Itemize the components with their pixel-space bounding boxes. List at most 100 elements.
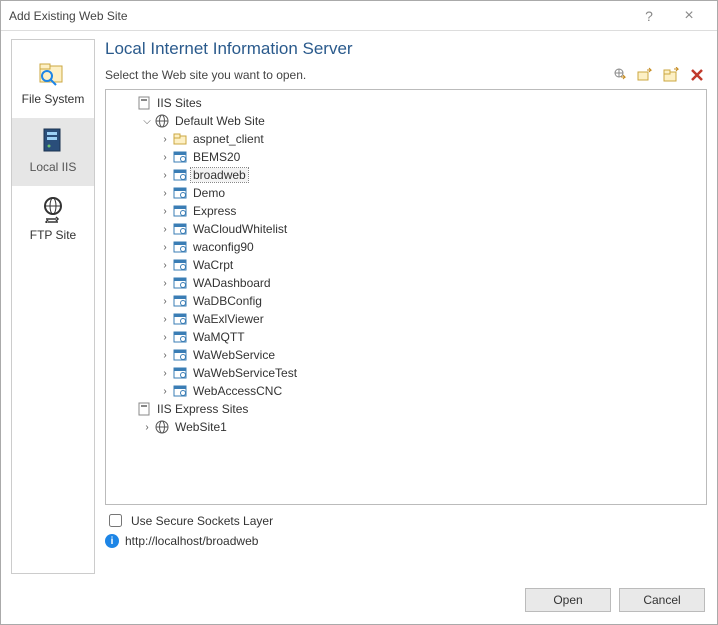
node-label: WebAccessCNC bbox=[191, 384, 284, 398]
tree-node-child[interactable]: › WaMQTT bbox=[112, 328, 700, 346]
new-virtual-dir-icon[interactable] bbox=[611, 67, 627, 83]
webapp-icon bbox=[172, 293, 188, 309]
tree-node-child[interactable]: › WaDBConfig bbox=[112, 292, 700, 310]
chevron-down-icon[interactable]: ⌵ bbox=[140, 116, 154, 127]
toolbar bbox=[611, 67, 705, 83]
tree-node-default-website[interactable]: ⌵ Default Web Site bbox=[112, 112, 700, 130]
tree-node-child[interactable]: › WaWebService bbox=[112, 346, 700, 364]
node-label: BEMS20 bbox=[191, 150, 242, 164]
webapp-icon bbox=[172, 239, 188, 255]
chevron-right-icon[interactable]: › bbox=[158, 278, 172, 289]
sidebar-item-label: FTP Site bbox=[30, 228, 76, 242]
dialog: Add Existing Web Site ? × File System Lo… bbox=[0, 0, 718, 625]
node-label: WebSite1 bbox=[173, 420, 229, 434]
open-folder-icon[interactable] bbox=[663, 67, 679, 83]
ftp-icon bbox=[37, 194, 69, 224]
tree-node-child[interactable]: › WaWebServiceTest bbox=[112, 364, 700, 382]
tree-node-child[interactable]: ›waconfig90 bbox=[112, 238, 700, 256]
node-label: WaExlViewer bbox=[191, 312, 266, 326]
chevron-right-icon[interactable]: › bbox=[158, 206, 172, 217]
open-button[interactable]: Open bbox=[525, 588, 611, 612]
url-row: i http://localhost/broadweb bbox=[105, 532, 707, 550]
node-label: Demo bbox=[191, 186, 227, 200]
folder-icon bbox=[172, 131, 188, 147]
webapp-icon bbox=[172, 185, 188, 201]
info-icon: i bbox=[105, 534, 119, 548]
chevron-right-icon[interactable]: › bbox=[158, 314, 172, 325]
tree-node-child[interactable]: › WADashboard bbox=[112, 274, 700, 292]
tree-node-child[interactable]: › aspnet_client bbox=[112, 130, 700, 148]
folder-search-icon bbox=[37, 58, 69, 88]
tree-node-child[interactable]: › Demo bbox=[112, 184, 700, 202]
webapp-icon bbox=[172, 311, 188, 327]
tree-node-child[interactable]: › broadweb bbox=[112, 166, 700, 184]
chevron-right-icon[interactable]: › bbox=[158, 350, 172, 361]
node-label: WaDBConfig bbox=[191, 294, 264, 308]
cancel-button[interactable]: Cancel bbox=[619, 588, 705, 612]
page-heading: Local Internet Information Server bbox=[105, 39, 707, 63]
chevron-right-icon[interactable]: › bbox=[158, 188, 172, 199]
tree-node-child[interactable]: › BEMS20 bbox=[112, 148, 700, 166]
url-text: http://localhost/broadweb bbox=[125, 534, 258, 548]
chevron-right-icon[interactable]: › bbox=[140, 422, 154, 433]
server-small-icon bbox=[136, 401, 152, 417]
tree-node-website1[interactable]: › WebSite1 bbox=[112, 418, 700, 436]
webapp-icon bbox=[172, 383, 188, 399]
chevron-right-icon[interactable]: › bbox=[158, 260, 172, 271]
chevron-right-icon[interactable]: › bbox=[158, 152, 172, 163]
node-label: WaWebServiceTest bbox=[191, 366, 299, 380]
sidebar-item-ftp[interactable]: FTP Site bbox=[12, 186, 94, 254]
node-label: Express bbox=[191, 204, 238, 218]
main-panel: Local Internet Information Server Select… bbox=[105, 39, 707, 574]
subline: Select the Web site you want to open. bbox=[105, 63, 707, 89]
body: File System Local IIS FTP Site Local Int… bbox=[1, 31, 717, 580]
webapp-icon bbox=[172, 257, 188, 273]
chevron-right-icon[interactable]: › bbox=[158, 332, 172, 343]
chevron-right-icon[interactable]: › bbox=[158, 242, 172, 253]
page-subtext: Select the Web site you want to open. bbox=[105, 68, 306, 82]
globe-icon bbox=[154, 113, 170, 129]
sidebar: File System Local IIS FTP Site bbox=[11, 39, 95, 574]
node-label: WaWebService bbox=[191, 348, 277, 362]
chevron-right-icon[interactable]: › bbox=[158, 134, 172, 145]
server-small-icon bbox=[136, 95, 152, 111]
chevron-right-icon[interactable]: › bbox=[158, 368, 172, 379]
sidebar-item-filesystem[interactable]: File System bbox=[12, 50, 94, 118]
close-button[interactable]: × bbox=[669, 7, 709, 25]
node-label: WaMQTT bbox=[191, 330, 247, 344]
node-label: WADashboard bbox=[191, 276, 273, 290]
webapp-icon bbox=[172, 221, 188, 237]
ssl-label: Use Secure Sockets Layer bbox=[131, 514, 273, 528]
help-button[interactable]: ? bbox=[629, 8, 669, 24]
tree-node-child[interactable]: ›WaCrpt bbox=[112, 256, 700, 274]
webapp-icon bbox=[172, 275, 188, 291]
webapp-icon bbox=[172, 365, 188, 381]
webapp-icon bbox=[172, 203, 188, 219]
delete-icon[interactable] bbox=[689, 67, 705, 83]
webapp-icon bbox=[172, 347, 188, 363]
chevron-right-icon[interactable]: › bbox=[158, 296, 172, 307]
window-title: Add Existing Web Site bbox=[9, 9, 629, 23]
webapp-icon bbox=[172, 149, 188, 165]
tree-node-iis-express-sites[interactable]: IIS Express Sites bbox=[112, 400, 700, 418]
footer: Open Cancel bbox=[1, 580, 717, 624]
tree-node-child[interactable]: › WaExlViewer bbox=[112, 310, 700, 328]
webapp-icon bbox=[172, 167, 188, 183]
sidebar-item-localiis[interactable]: Local IIS bbox=[12, 118, 94, 186]
node-label: WaCloudWhitelist bbox=[191, 222, 289, 236]
chevron-right-icon[interactable]: › bbox=[158, 224, 172, 235]
tree-node-child[interactable]: › WebAccessCNC bbox=[112, 382, 700, 400]
chevron-right-icon[interactable]: › bbox=[158, 170, 172, 181]
tree-node-iis-sites[interactable]: IIS Sites bbox=[112, 94, 700, 112]
site-tree[interactable]: IIS Sites ⌵ Default Web Site › aspnet_cli… bbox=[105, 89, 707, 505]
node-label: aspnet_client bbox=[191, 132, 266, 146]
titlebar: Add Existing Web Site ? × bbox=[1, 1, 717, 31]
webapp-icon bbox=[172, 329, 188, 345]
new-app-icon[interactable] bbox=[637, 67, 653, 83]
sidebar-item-label: File System bbox=[22, 92, 85, 106]
tree-node-child[interactable]: › WaCloudWhitelist bbox=[112, 220, 700, 238]
node-label: broadweb bbox=[191, 168, 248, 182]
ssl-checkbox[interactable] bbox=[109, 514, 122, 527]
tree-node-child[interactable]: › Express bbox=[112, 202, 700, 220]
chevron-right-icon[interactable]: › bbox=[158, 386, 172, 397]
